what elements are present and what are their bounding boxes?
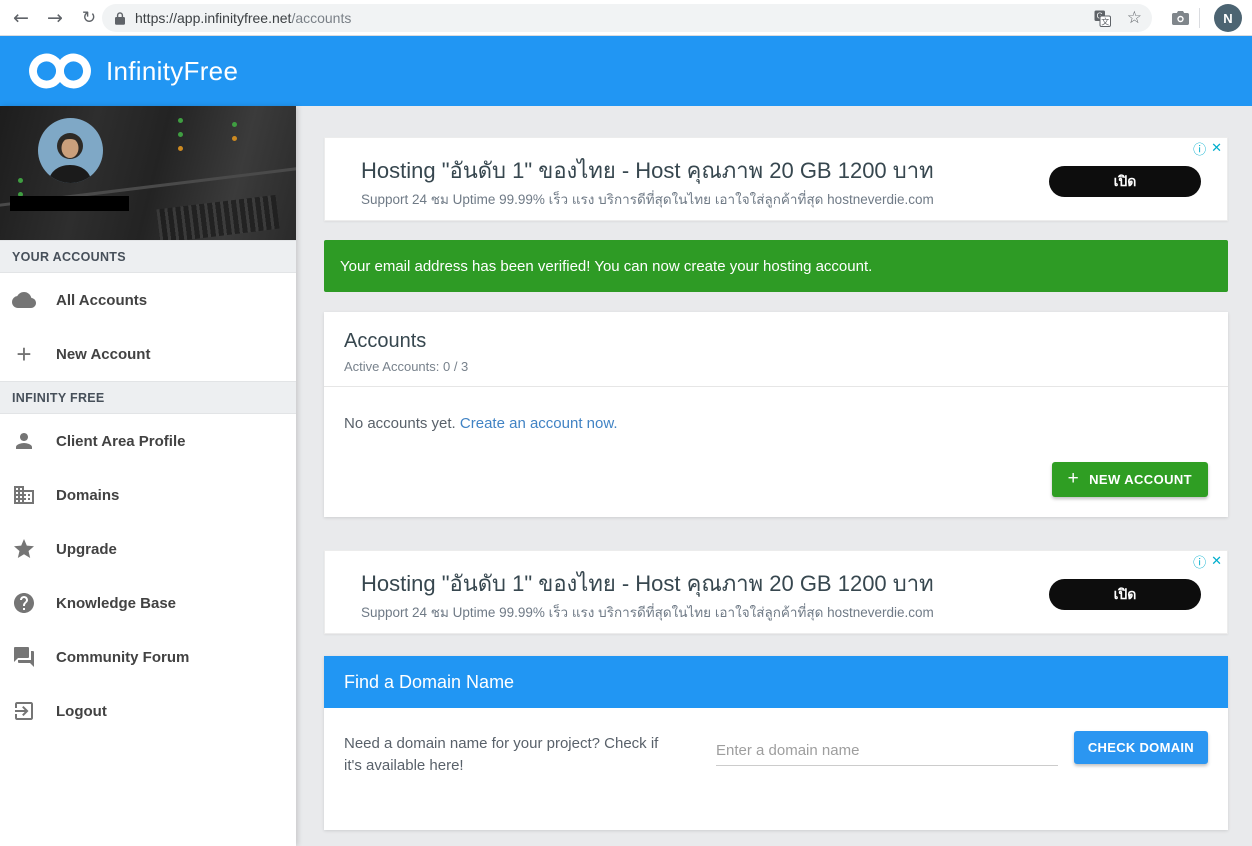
sidebar: YOUR ACCOUNTS All Accounts + New Account… [0, 106, 296, 846]
sidebar-item-label: All Accounts [56, 292, 147, 309]
help-icon [12, 591, 36, 615]
sidebar-item-client-area-profile[interactable]: Client Area Profile [0, 414, 296, 468]
plus-icon: + [1068, 468, 1080, 490]
server-leds-decoration [178, 118, 183, 123]
active-accounts-count: Active Accounts: 0 / 3 [344, 359, 468, 374]
ad-close-icon[interactable]: ✕ [1211, 141, 1222, 156]
url-host: https://app.infinityfree.net [135, 10, 291, 26]
no-accounts-text: No accounts yet. Create an account now. [344, 415, 618, 432]
email-verified-text: Your email address has been verified! Yo… [340, 258, 872, 275]
plus-icon: + [12, 342, 36, 366]
email-verified-banner: Your email address has been verified! Yo… [324, 240, 1228, 292]
sidebar-item-label: Upgrade [56, 541, 117, 558]
new-account-button[interactable]: + NEW ACCOUNT [1052, 462, 1208, 497]
sidebar-item-upgrade[interactable]: Upgrade [0, 522, 296, 576]
user-profile-photo [38, 118, 103, 183]
camera-extension-icon[interactable] [1171, 10, 1190, 31]
sidebar-section-your-accounts: YOUR ACCOUNTS [0, 240, 296, 273]
bookmark-star-icon[interactable]: ☆ [1127, 8, 1142, 28]
browser-back-button[interactable]: ← [6, 0, 36, 36]
sidebar-item-knowledge-base[interactable]: Knowledge Base [0, 576, 296, 630]
forum-icon [12, 645, 36, 669]
sidebar-item-new-account[interactable]: + New Account [0, 327, 296, 381]
brand-title[interactable]: InfinityFree [106, 56, 238, 87]
browser-forward-button[interactable]: → [40, 0, 70, 36]
section-label: INFINITY FREE [12, 391, 105, 405]
redacted-username [10, 196, 129, 211]
ad-subtitle: Support 24 ชม Uptime 99.99% เร็ว แรง บริ… [361, 601, 934, 623]
sidebar-item-label: Knowledge Base [56, 595, 176, 612]
svg-text:文: 文 [1101, 16, 1109, 26]
https-lock-icon [114, 11, 126, 26]
ad-cta-button[interactable]: เปิด [1049, 579, 1201, 610]
ad-banner-top[interactable]: Hosting "อันดับ 1" ของไทย - Host คุณภาพ … [324, 137, 1228, 221]
find-domain-description: Need a domain name for your project? Che… [344, 733, 679, 777]
find-domain-card: Find a Domain Name Need a domain name fo… [324, 656, 1228, 830]
adchoices-info-icon[interactable]: ⓘ [1193, 139, 1206, 158]
browser-profile-avatar[interactable]: N [1214, 4, 1242, 32]
profile-banner [0, 106, 296, 240]
section-label: YOUR ACCOUNTS [12, 250, 126, 264]
card-divider [324, 386, 1228, 387]
sidebar-item-logout[interactable]: Logout [0, 684, 296, 738]
sidebar-section-infinity-free: INFINITY FREE [0, 381, 296, 414]
ad-subtitle: Support 24 ชม Uptime 99.99% เร็ว แรง บริ… [361, 188, 934, 210]
check-domain-button[interactable]: CHECK DOMAIN [1074, 731, 1208, 764]
sidebar-item-domains[interactable]: Domains [0, 468, 296, 522]
url-text: https://app.infinityfree.net/accounts [135, 10, 351, 26]
address-bar[interactable]: https://app.infinityfree.net/accounts G … [102, 4, 1152, 32]
sidebar-item-label: New Account [56, 346, 150, 363]
cloud-icon [12, 288, 36, 312]
logout-icon [12, 699, 36, 723]
translate-icon[interactable]: G 文 [1094, 10, 1111, 27]
sidebar-item-label: Community Forum [56, 649, 189, 666]
sidebar-item-label: Domains [56, 487, 119, 504]
accounts-card: Accounts Active Accounts: 0 / 3 No accou… [324, 312, 1228, 517]
sidebar-item-label: Client Area Profile [56, 433, 185, 450]
ad-cta-button[interactable]: เปิด [1049, 166, 1201, 197]
browser-reload-button[interactable]: ↻ [74, 0, 104, 36]
person-icon [12, 429, 36, 453]
app-header: InfinityFree [0, 36, 1252, 106]
sidebar-item-community-forum[interactable]: Community Forum [0, 630, 296, 684]
star-icon [12, 537, 36, 561]
empty-state-text: No accounts yet. [344, 415, 460, 432]
ad-close-icon[interactable]: ✕ [1211, 554, 1222, 569]
create-account-link[interactable]: Create an account now. [460, 415, 618, 432]
ad-title: Hosting "อันดับ 1" ของไทย - Host คุณภาพ … [361, 566, 934, 601]
main-content: Hosting "อันดับ 1" ของไทย - Host คุณภาพ … [296, 106, 1252, 846]
accounts-card-title: Accounts [344, 330, 426, 353]
infinity-logo-icon[interactable] [28, 53, 92, 89]
domain-icon [12, 483, 36, 507]
sidebar-item-all-accounts[interactable]: All Accounts [0, 273, 296, 327]
find-domain-title: Find a Domain Name [344, 672, 514, 693]
url-path: /accounts [291, 10, 351, 26]
browser-toolbar: ← → ↻ https://app.infinityfree.net/accou… [0, 0, 1252, 36]
ad-banner-bottom[interactable]: Hosting "อันดับ 1" ของไทย - Host คุณภาพ … [324, 550, 1228, 634]
domain-name-input[interactable] [716, 736, 1058, 766]
sidebar-item-label: Logout [56, 703, 107, 720]
toolbar-separator [1199, 8, 1200, 28]
new-account-button-label: NEW ACCOUNT [1089, 472, 1192, 487]
adchoices-info-icon[interactable]: ⓘ [1193, 552, 1206, 571]
find-domain-header: Find a Domain Name [324, 656, 1228, 708]
ad-title: Hosting "อันดับ 1" ของไทย - Host คุณภาพ … [361, 153, 934, 188]
